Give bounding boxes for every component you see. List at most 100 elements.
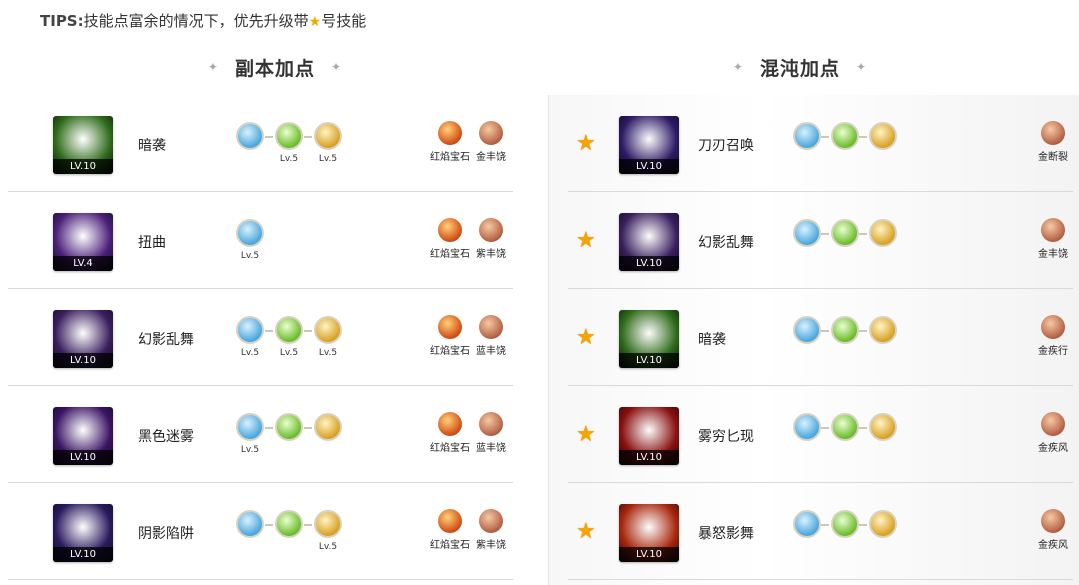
skill-icon[interactable]: LV.10 [619, 310, 679, 368]
skill-level: LV.10 [53, 353, 113, 368]
rune-icon[interactable] [314, 122, 342, 150]
gem-icon[interactable] [479, 315, 503, 339]
rune-connector [265, 524, 273, 526]
gem-icon[interactable] [479, 412, 503, 436]
rune-icon[interactable] [236, 413, 264, 441]
rune-icon[interactable] [236, 219, 264, 247]
skill-icon[interactable]: LV.10 [619, 407, 679, 465]
rune-icon[interactable] [831, 122, 859, 150]
gem-icon[interactable] [1041, 218, 1065, 242]
priority-star-icon: ★ [576, 422, 596, 447]
rune-icon[interactable] [236, 122, 264, 150]
rune-connector [859, 136, 867, 138]
priority-star-icon: ★ [576, 131, 596, 156]
priority-star-icon: ★ [576, 325, 596, 350]
gem-label: 金断裂 [1038, 152, 1068, 163]
skill-level: LV.10 [619, 547, 679, 562]
rune-connector [265, 427, 273, 429]
rune-icon[interactable] [869, 413, 897, 441]
skill-row: ★ LV.10 幻影乱舞 金丰饶 [568, 192, 1073, 289]
gem-label: 金疾行 [1038, 346, 1068, 357]
gem-label: 金疾风 [1038, 540, 1068, 551]
skill-name: 扭曲 [138, 235, 166, 251]
rune-connector [859, 427, 867, 429]
rune-connector [821, 524, 829, 526]
skill-icon[interactable]: LV.10 [619, 116, 679, 174]
skill-name: 雾穷匕现 [698, 429, 754, 445]
rune-connector [304, 427, 312, 429]
skill-art [53, 116, 113, 159]
skill-art [53, 407, 113, 450]
rune-icon[interactable] [236, 316, 264, 344]
gem-icon[interactable] [479, 509, 503, 533]
gem-icon[interactable] [1041, 315, 1065, 339]
skill-level: LV.10 [619, 256, 679, 271]
sparkle-icon: ✦ [856, 60, 868, 74]
skill-level: LV.10 [619, 450, 679, 465]
rune-icon[interactable] [793, 413, 821, 441]
rune-connector [304, 136, 312, 138]
gem-icon[interactable] [1041, 412, 1065, 436]
rune-level: Lv.5 [318, 348, 338, 358]
rune-icon[interactable] [831, 510, 859, 538]
skill-icon[interactable]: LV.10 [619, 213, 679, 271]
gem-icon[interactable] [438, 315, 462, 339]
rune-icon[interactable] [314, 413, 342, 441]
skill-name: 暗袭 [698, 332, 726, 348]
rune-icon[interactable] [831, 413, 859, 441]
rune-icon[interactable] [831, 316, 859, 344]
skill-row: ★ LV.10 刀刃召唤金断裂 [568, 95, 1073, 192]
rune-icon[interactable] [236, 510, 264, 538]
skill-icon[interactable]: LV.4 [53, 213, 113, 271]
gem-icon[interactable] [479, 218, 503, 242]
tips-text-before: 技能点富余的情况下，优先升级带 [83, 12, 309, 30]
star-icon: ★ [308, 14, 322, 30]
gem-label: 蓝丰饶 [476, 443, 506, 454]
skill-name: 刀刃召唤 [698, 138, 754, 154]
tips-text: TIPS:技能点富余的情况下，优先升级带★号技能 [40, 10, 366, 31]
row-divider [568, 579, 1073, 580]
rune-connector [859, 524, 867, 526]
rune-icon[interactable] [793, 510, 821, 538]
skill-icon[interactable]: LV.10 [53, 310, 113, 368]
rune-icon[interactable] [793, 219, 821, 247]
rune-icon[interactable] [275, 413, 303, 441]
gem-icon[interactable] [438, 218, 462, 242]
skill-name: 幻影乱舞 [138, 332, 194, 348]
rune-level: Lv.5 [318, 542, 338, 552]
rune-icon[interactable] [314, 510, 342, 538]
rune-icon[interactable] [869, 316, 897, 344]
rune-level: Lv.5 [318, 154, 338, 164]
rune-icon[interactable] [275, 316, 303, 344]
row-divider [8, 579, 513, 580]
rune-level: Lv.5 [279, 154, 299, 164]
skill-icon[interactable]: LV.10 [53, 504, 113, 562]
rune-icon[interactable] [275, 122, 303, 150]
skill-icon[interactable]: LV.10 [53, 116, 113, 174]
skill-art [53, 310, 113, 353]
rune-icon[interactable] [869, 122, 897, 150]
rune-icon[interactable] [275, 510, 303, 538]
rune-level: Lv.5 [240, 251, 260, 261]
skill-art [53, 213, 113, 256]
rune-icon[interactable] [869, 219, 897, 247]
rune-icon[interactable] [793, 316, 821, 344]
gem-icon[interactable] [1041, 509, 1065, 533]
skill-icon[interactable]: LV.10 [53, 407, 113, 465]
skill-row: LV.4 扭曲 Lv.5 红焰宝石 紫丰饶 [8, 192, 513, 289]
skill-icon[interactable]: LV.10 [619, 504, 679, 562]
gem-icon[interactable] [438, 412, 462, 436]
gem-icon[interactable] [438, 509, 462, 533]
skill-art [619, 407, 679, 450]
skill-level: LV.10 [53, 159, 113, 174]
rune-icon[interactable] [314, 316, 342, 344]
rune-icon[interactable] [831, 219, 859, 247]
skill-row: ★ LV.10 暴怒影舞 金疾风 [568, 483, 1073, 580]
rune-icon[interactable] [869, 510, 897, 538]
gem-icon[interactable] [438, 121, 462, 145]
rune-level: Lv.5 [240, 348, 260, 358]
gem-icon[interactable] [1041, 121, 1065, 145]
skill-name: 幻影乱舞 [698, 235, 754, 251]
rune-icon[interactable] [793, 122, 821, 150]
gem-icon[interactable] [479, 121, 503, 145]
